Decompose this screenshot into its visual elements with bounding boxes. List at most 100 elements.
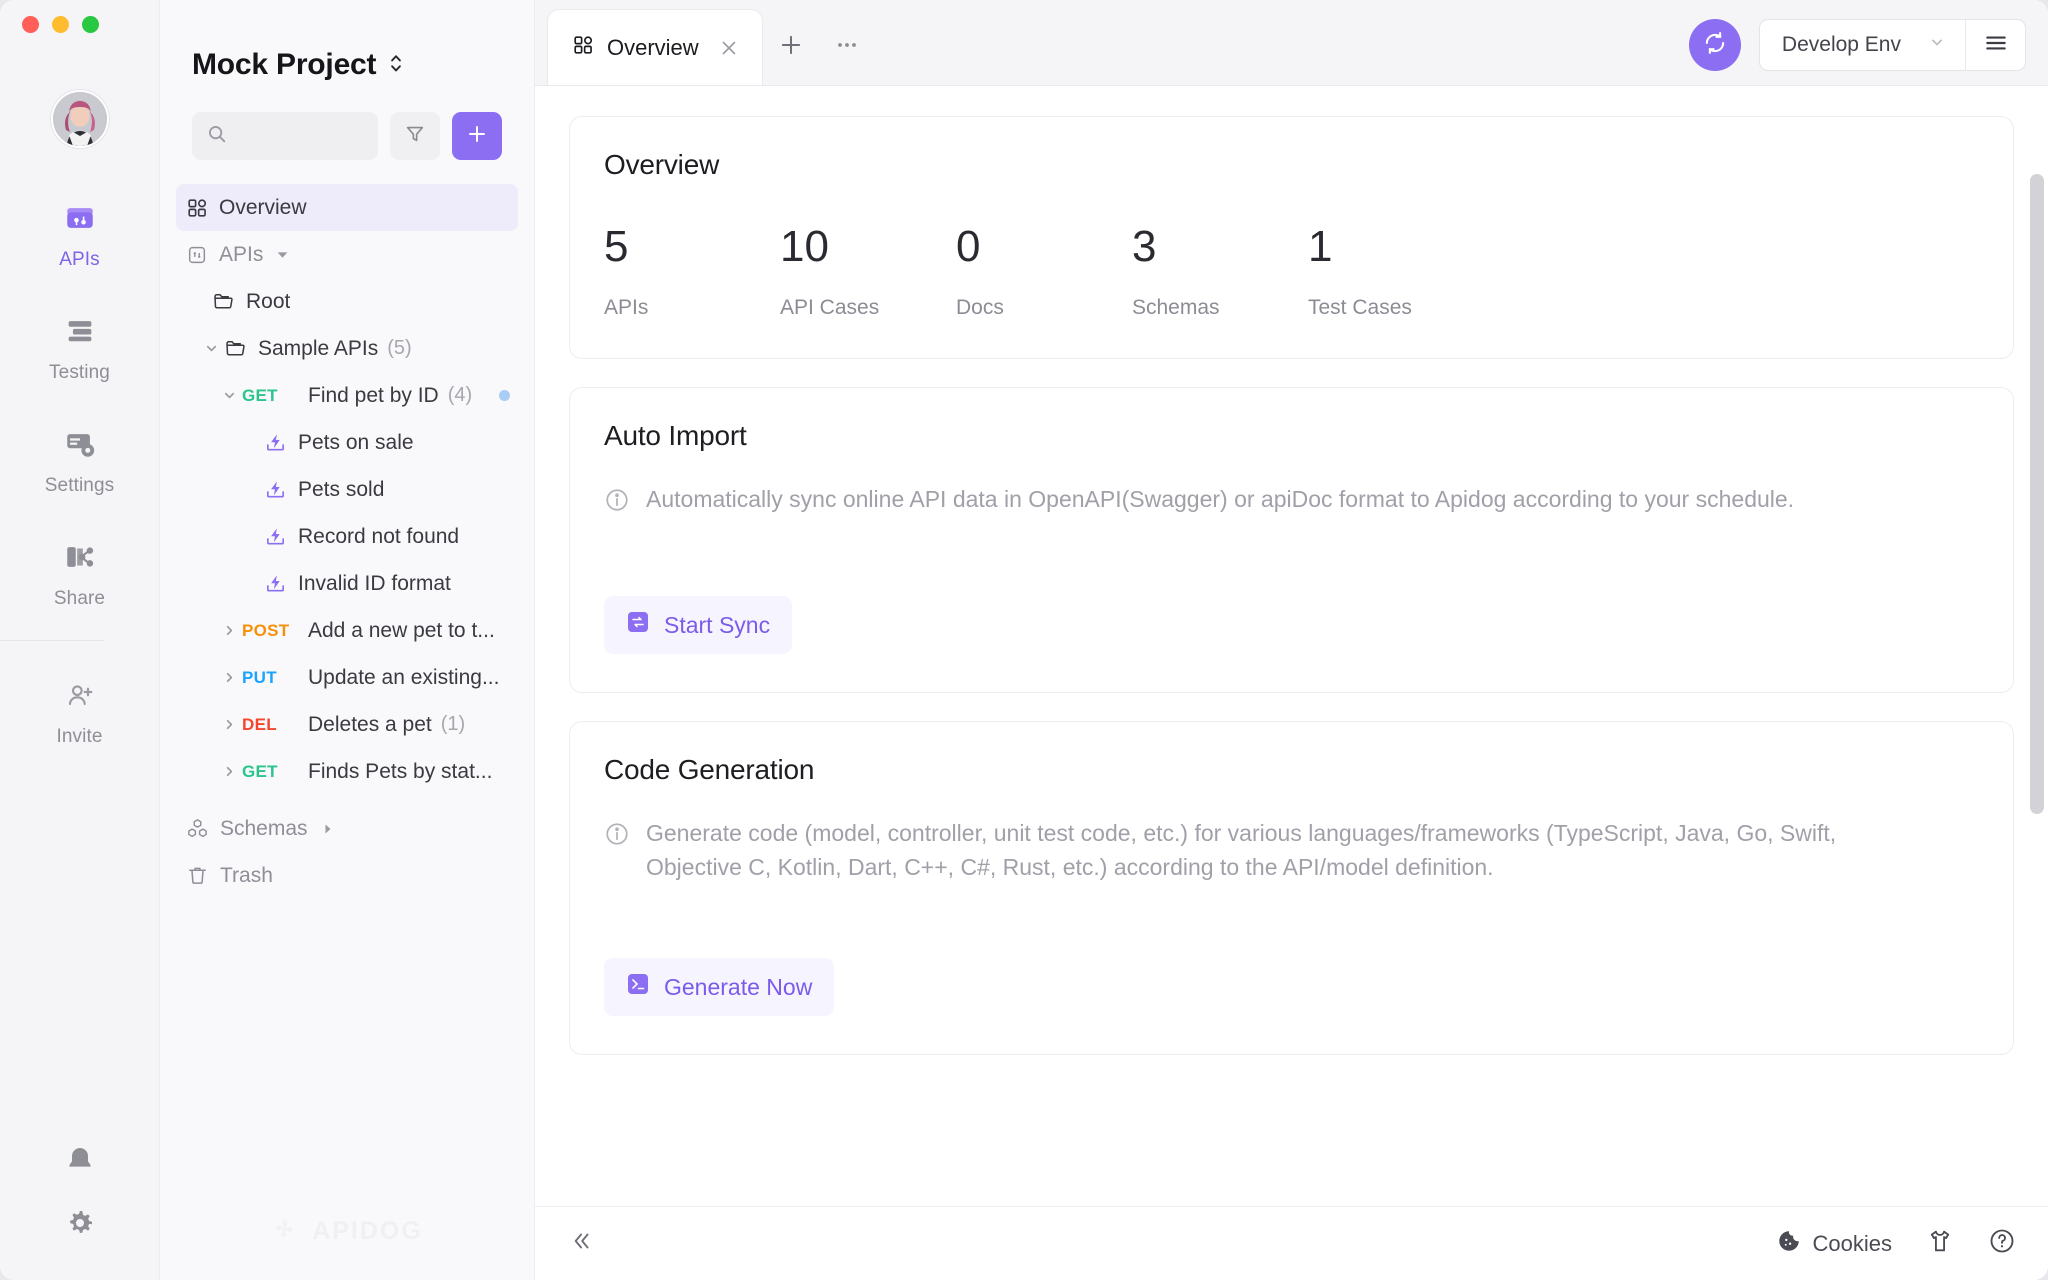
scrollbar-thumb[interactable]: [2030, 174, 2044, 814]
http-method-badge: DEL: [242, 714, 277, 734]
tree-item-sample-apis[interactable]: Sample APIs (5): [176, 325, 518, 372]
folder-icon: [212, 290, 235, 313]
avatar[interactable]: [50, 90, 109, 148]
sidebar-item-share[interactable]: Share: [0, 527, 159, 623]
stat-label: Schemas: [1132, 296, 1220, 319]
sidebar-item-apis[interactable]: APIs: [0, 188, 159, 284]
tree-item-count: (4): [447, 384, 473, 406]
rail-divider: [0, 640, 104, 641]
code-generation-actions: Generate Now: [604, 958, 1979, 1017]
case-icon: [264, 478, 287, 501]
tab-more-button[interactable]: [819, 9, 875, 85]
tree-item-label: Finds Pets by stat...: [308, 759, 493, 783]
help-circle-icon[interactable]: [1988, 1227, 2016, 1260]
window-zoom-button[interactable]: [82, 15, 99, 33]
chevron-down-icon[interactable]: [216, 388, 242, 403]
auto-import-description-row: Automatically sync online API data in Op…: [604, 482, 1894, 522]
tree-item-overview[interactable]: Overview: [176, 184, 518, 231]
tab-overview[interactable]: Overview: [547, 9, 763, 85]
tree-group-apis[interactable]: APIs: [176, 231, 518, 278]
share-icon: [63, 540, 97, 579]
testing-icon: [63, 314, 97, 353]
status-bar-actions: Cookies: [1776, 1227, 2016, 1260]
chevron-right-icon[interactable]: [216, 764, 242, 779]
tree-item-root[interactable]: Root: [176, 278, 518, 325]
project-switcher[interactable]: Mock Project: [160, 0, 534, 82]
page-title: Mock Project: [192, 48, 377, 81]
window-minimize-button[interactable]: [52, 15, 69, 33]
tree-item-label: Invalid ID format: [298, 571, 451, 595]
generate-now-button[interactable]: Generate Now: [604, 958, 835, 1017]
stat-value: 5: [604, 222, 629, 271]
rail-bottom: [0, 1144, 159, 1280]
tree-group-schemas[interactable]: Schemas: [176, 805, 518, 852]
sidebar-item-testing[interactable]: Testing: [0, 301, 159, 397]
gear-icon[interactable]: [64, 1207, 96, 1244]
tree-item-label: Deletes a pet: [308, 712, 432, 736]
collapse-sidebar-button[interactable]: [567, 1228, 593, 1259]
code-generation-card: Code Generation Generate code (model, co…: [569, 721, 2014, 1056]
stat-label: APIs: [604, 296, 649, 319]
tree-item-find-pet-by-id[interactable]: GET Find pet by ID (4): [176, 372, 518, 419]
double-chevron-left-icon: [567, 1228, 593, 1259]
window-close-button[interactable]: [22, 15, 39, 33]
tree-item-label: Update an existing...: [308, 665, 500, 689]
tree-item-label: Trash: [220, 863, 273, 887]
environment-select[interactable]: Develop Env: [1760, 20, 1965, 70]
tree-group-label: Schemas: [220, 816, 308, 840]
content-scrollbar[interactable]: [2030, 174, 2044, 1128]
tree-item-trash[interactable]: Trash: [176, 852, 518, 899]
stat-label: Docs: [956, 296, 1004, 319]
tree-item-endpoint[interactable]: POST Add a new pet to t...: [176, 607, 518, 654]
tshirt-icon[interactable]: [1926, 1227, 1954, 1260]
cookies-label: Cookies: [1812, 1230, 1892, 1256]
tab-label: Overview: [607, 34, 699, 60]
apidog-logo-icon: [276, 1220, 294, 1238]
sidebar-search-row: [160, 82, 534, 160]
cookie-icon: [1776, 1228, 1802, 1260]
settings-icon: [63, 427, 97, 466]
chevron-down-icon[interactable]: [198, 341, 224, 356]
grid-icon: [572, 34, 594, 62]
start-sync-button[interactable]: Start Sync: [604, 596, 793, 655]
main-area: Overview Develop Env Overview 5 APIs 10 …: [535, 0, 2048, 1280]
ellipsis-icon: [833, 31, 861, 64]
stat-value: 1: [1308, 222, 1333, 271]
tree-item-count: (5): [387, 337, 412, 359]
cookies-button[interactable]: Cookies: [1776, 1228, 1892, 1260]
tree-item-case[interactable]: Pets sold: [176, 466, 518, 513]
search-input[interactable]: [192, 112, 378, 160]
chevron-right-icon[interactable]: [216, 717, 242, 732]
tree-item-label: Record not found: [298, 524, 460, 548]
app-window: APIs Testing Settings Share Invite Mock …: [0, 0, 2048, 1280]
stat-value: 10: [780, 222, 829, 271]
sidebar-item-settings[interactable]: Settings: [0, 414, 159, 510]
filter-button[interactable]: [390, 112, 440, 160]
sidebar-item-invite[interactable]: Invite: [0, 667, 159, 761]
environment-value: Develop Env: [1781, 33, 1901, 56]
tree-item-endpoint[interactable]: DEL Deletes a pet (1): [176, 701, 518, 748]
case-icon: [264, 572, 287, 595]
stat-api-cases: 10 API Cases: [780, 225, 956, 320]
new-tab-button[interactable]: [763, 9, 819, 85]
sync-button[interactable]: [1688, 19, 1741, 71]
http-method-badge: GET: [242, 761, 278, 781]
card-description: Generate code (model, controller, unit t…: [646, 820, 1837, 881]
tree-item-case[interactable]: Invalid ID format: [176, 560, 518, 607]
filter-icon: [404, 123, 426, 150]
apis-icon: [63, 201, 97, 240]
card-title: Code Generation: [604, 754, 815, 786]
tree-item-endpoint[interactable]: PUT Update an existing...: [176, 654, 518, 701]
tree-item-case[interactable]: Pets on sale: [176, 419, 518, 466]
tree-item-case[interactable]: Record not found: [176, 513, 518, 560]
bell-icon[interactable]: [64, 1144, 96, 1181]
environment-menu-button[interactable]: [1965, 20, 2025, 70]
search-field[interactable]: [236, 126, 364, 146]
tree-item-endpoint[interactable]: GET Finds Pets by stat...: [176, 748, 518, 795]
close-icon[interactable]: [718, 37, 740, 59]
chevron-right-icon[interactable]: [216, 623, 242, 638]
tree-item-label: Sample APIs: [258, 336, 379, 360]
chevron-up-down-icon: [387, 50, 405, 81]
add-button[interactable]: [452, 112, 502, 160]
chevron-right-icon[interactable]: [216, 670, 242, 685]
